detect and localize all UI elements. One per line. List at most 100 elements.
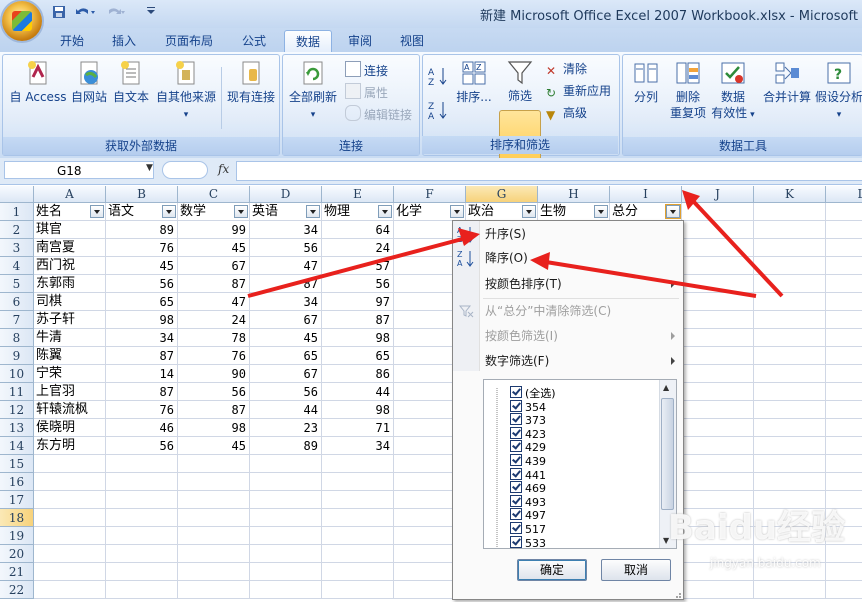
- score-cell[interactable]: 56: [106, 437, 178, 455]
- row-header[interactable]: 6: [0, 293, 34, 311]
- cancel-button[interactable]: 取消: [601, 559, 671, 581]
- score-cell[interactable]: 34: [322, 437, 394, 455]
- cell[interactable]: [826, 365, 862, 383]
- cell[interactable]: [106, 455, 178, 473]
- checkbox-value[interactable]: 423: [510, 426, 546, 441]
- scroll-up-icon[interactable]: ▲: [663, 383, 669, 392]
- checkbox-select-all[interactable]: (全选): [510, 386, 556, 400]
- header-cell[interactable]: 英语: [250, 203, 322, 221]
- cell[interactable]: [250, 545, 322, 563]
- menu-item-sort-ascending[interactable]: 升序(S): [485, 224, 526, 244]
- scrollbar-thumb[interactable]: [661, 398, 674, 510]
- checkbox-value[interactable]: 439: [510, 454, 546, 468]
- column-header[interactable]: B: [106, 186, 178, 203]
- cell[interactable]: [682, 473, 754, 491]
- score-cell[interactable]: 65: [106, 293, 178, 311]
- customize-qat-icon[interactable]: [146, 5, 156, 21]
- cell[interactable]: [682, 221, 754, 239]
- filter-dropdown-icon[interactable]: [90, 205, 104, 218]
- properties-button[interactable]: 属性: [345, 83, 388, 101]
- score-cell[interactable]: 67: [178, 257, 250, 275]
- filter-dropdown-icon[interactable]: [450, 205, 464, 218]
- score-cell[interactable]: 65: [322, 347, 394, 365]
- cell[interactable]: [682, 203, 754, 221]
- row-header[interactable]: 12: [0, 401, 34, 419]
- cell[interactable]: [826, 473, 862, 491]
- from-other-sources-button[interactable]: 自其他来源 ▾: [153, 59, 219, 123]
- row-header[interactable]: 3: [0, 239, 34, 257]
- filter-dropdown-icon[interactable]: [378, 205, 392, 218]
- cell[interactable]: [826, 239, 862, 257]
- cell[interactable]: [754, 257, 826, 275]
- remove-duplicates-button[interactable]: 删除 重复项: [667, 59, 709, 121]
- row-header[interactable]: 9: [0, 347, 34, 365]
- cell[interactable]: [682, 293, 754, 311]
- cell[interactable]: [106, 509, 178, 527]
- cell[interactable]: [826, 347, 862, 365]
- checkbox-value[interactable]: 493: [510, 494, 546, 509]
- name-cell[interactable]: 轩辕流枫: [34, 401, 106, 419]
- cell[interactable]: [682, 275, 754, 293]
- row-header[interactable]: 21: [0, 563, 34, 581]
- cell[interactable]: [34, 455, 106, 473]
- cell[interactable]: [754, 419, 826, 437]
- name-cell[interactable]: 东方明: [34, 437, 106, 455]
- menu-item-filter-by-color[interactable]: 按颜色筛选(I): [485, 326, 558, 346]
- cell[interactable]: [682, 455, 754, 473]
- name-cell[interactable]: 琪官: [34, 221, 106, 239]
- name-cell[interactable]: 东郭雨: [34, 275, 106, 293]
- cell[interactable]: [826, 293, 862, 311]
- cell[interactable]: [682, 419, 754, 437]
- score-cell[interactable]: 45: [178, 239, 250, 257]
- cell[interactable]: [754, 455, 826, 473]
- cell[interactable]: [826, 455, 862, 473]
- cell[interactable]: [34, 527, 106, 545]
- row-header[interactable]: 4: [0, 257, 34, 275]
- cell[interactable]: [178, 527, 250, 545]
- cell[interactable]: [178, 563, 250, 581]
- filter-dropdown-icon[interactable]: [162, 205, 176, 218]
- row-header[interactable]: 20: [0, 545, 34, 563]
- name-cell[interactable]: 宁荣: [34, 365, 106, 383]
- score-cell[interactable]: 56: [178, 383, 250, 401]
- cell[interactable]: [754, 347, 826, 365]
- cell[interactable]: [682, 383, 754, 401]
- what-if-analysis-button[interactable]: ? 假设分析 ▾: [813, 59, 862, 123]
- score-cell[interactable]: 87: [106, 383, 178, 401]
- cell[interactable]: [682, 365, 754, 383]
- from-web-button[interactable]: 自网站: [67, 59, 111, 105]
- score-cell[interactable]: 34: [106, 329, 178, 347]
- cell[interactable]: [682, 239, 754, 257]
- cell[interactable]: [754, 365, 826, 383]
- filter-button[interactable]: 筛选: [500, 58, 540, 104]
- checkbox-value[interactable]: 517: [510, 522, 546, 536]
- cell[interactable]: [106, 545, 178, 563]
- score-cell[interactable]: 46: [106, 419, 178, 437]
- score-cell[interactable]: 89: [106, 221, 178, 239]
- cell[interactable]: [682, 437, 754, 455]
- cell[interactable]: [754, 581, 826, 599]
- menu-item-sort-by-color[interactable]: 按颜色排序(T): [485, 274, 562, 294]
- cell[interactable]: [826, 221, 862, 239]
- score-cell[interactable]: 47: [250, 257, 322, 275]
- cell[interactable]: [754, 383, 826, 401]
- score-cell[interactable]: 71: [322, 419, 394, 437]
- from-text-button[interactable]: 自文本: [109, 59, 153, 105]
- header-cell[interactable]: 数学: [178, 203, 250, 221]
- menu-item-sort-descending[interactable]: 降序(O): [485, 248, 528, 268]
- score-cell[interactable]: 23: [250, 419, 322, 437]
- name-cell[interactable]: 侯晓明: [34, 419, 106, 437]
- name-cell[interactable]: 司棋: [34, 293, 106, 311]
- header-cell[interactable]: 物理: [322, 203, 394, 221]
- tab-page-layout[interactable]: 页面布局: [154, 30, 224, 52]
- undo-icon[interactable]: [74, 5, 96, 21]
- cell[interactable]: [250, 491, 322, 509]
- cell[interactable]: [34, 581, 106, 599]
- save-icon[interactable]: [52, 5, 66, 21]
- score-cell[interactable]: 45: [106, 257, 178, 275]
- score-cell[interactable]: 76: [106, 401, 178, 419]
- cell[interactable]: [322, 581, 394, 599]
- tab-data[interactable]: 数据: [284, 30, 332, 53]
- score-cell[interactable]: 67: [250, 365, 322, 383]
- cell[interactable]: [250, 509, 322, 527]
